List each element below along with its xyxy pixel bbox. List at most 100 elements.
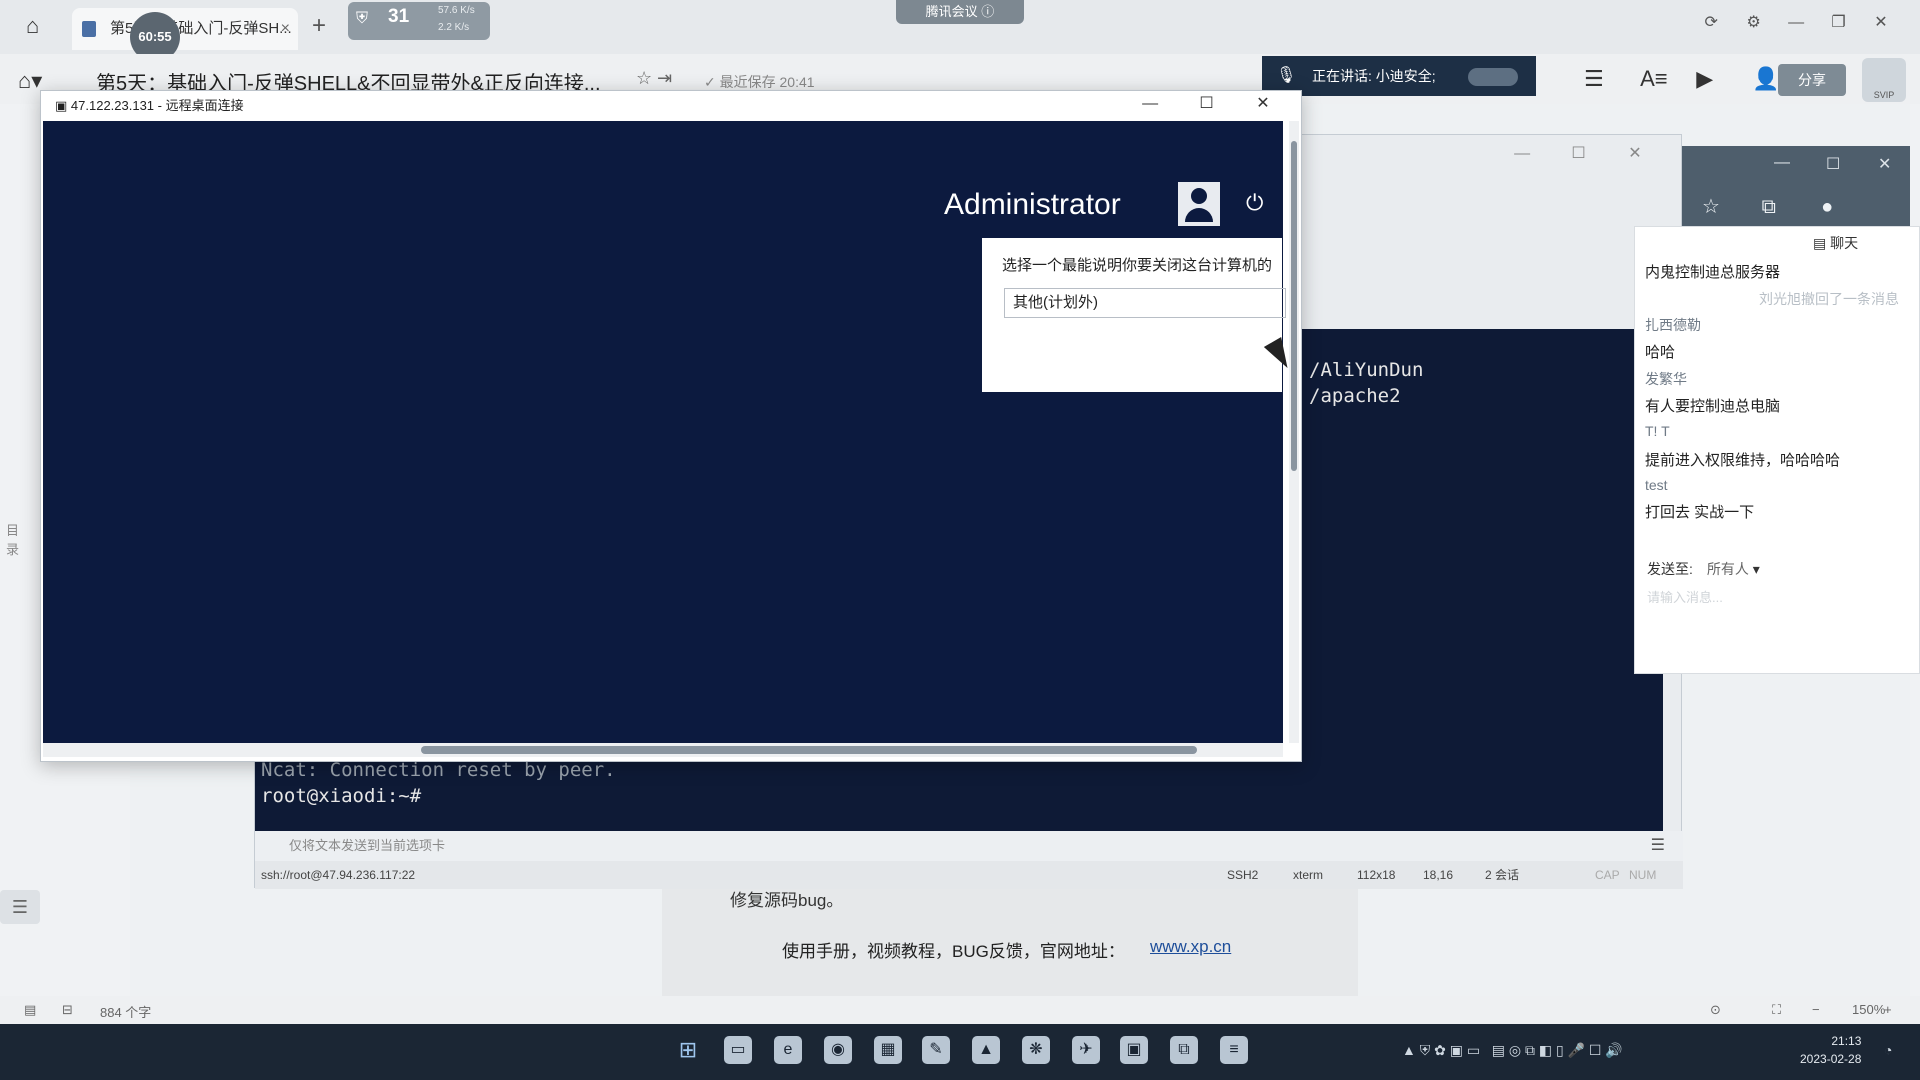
network-monitor-widget: ⛨ 31 57.6 K/s 2.2 K/s bbox=[348, 2, 490, 40]
terminal-close-button[interactable]: ✕ bbox=[1609, 143, 1661, 163]
user-avatar[interactable]: SVIP bbox=[1862, 58, 1906, 102]
text-format-icon[interactable]: A≡ bbox=[1640, 66, 1690, 92]
chat-message: 打回去 实战一下 bbox=[1645, 504, 1755, 521]
profile-icon[interactable]: ● bbox=[1821, 196, 1875, 219]
status-protocol: SSH2 bbox=[1227, 868, 1259, 882]
document-icon bbox=[82, 21, 96, 37]
chat-message: 提前进入权限维持，哈哈哈哈 bbox=[1645, 452, 1841, 469]
terminal-send-input[interactable]: 仅将文本发送到当前选项卡 ☰ bbox=[255, 831, 1683, 861]
rdp-title: ▣ 47.122.23.131 - 远程桌面连接 bbox=[55, 98, 244, 113]
terminal-minimize-button[interactable]: — bbox=[1496, 145, 1548, 163]
word-count[interactable]: 884 个字 bbox=[100, 1002, 151, 1021]
zoom-out-button[interactable]: − bbox=[1812, 1002, 1820, 1017]
terminal-maximize-button[interactable]: ☐ bbox=[1553, 143, 1605, 163]
rdp-window-controls: — ☐ ✕ bbox=[1124, 93, 1289, 113]
windows-start-icon[interactable]: ⊞ bbox=[674, 1036, 702, 1064]
app-logo-icon[interactable]: ⌂ bbox=[26, 14, 52, 38]
collections-icon[interactable]: ⧉ bbox=[1762, 196, 1816, 219]
panel-close-button[interactable]: ✕ bbox=[1878, 154, 1891, 174]
terminal-window-controls: — ☐ ✕ bbox=[1496, 143, 1661, 163]
outline-view-icon[interactable]: ▤ bbox=[24, 1002, 36, 1018]
app-icon[interactable]: ✎ bbox=[922, 1036, 950, 1064]
toolbar-icons: ☰ A≡ ▶ 👤 bbox=[1584, 66, 1802, 92]
meeting-indicator[interactable]: 腾讯会议 ⓘ bbox=[896, 0, 1024, 24]
status-term: xterm bbox=[1293, 868, 1323, 882]
layout-icon[interactable]: ⊟ bbox=[62, 1002, 73, 1018]
upload-speed: 57.6 K/s bbox=[438, 5, 475, 16]
settings-icon[interactable]: ⚙ bbox=[1735, 12, 1773, 32]
rdp-minimize-button[interactable]: — bbox=[1124, 95, 1176, 113]
save-status-text: 最近保存 20:41 bbox=[719, 74, 815, 90]
star-icon[interactable]: ☆ bbox=[636, 68, 652, 88]
notification-icon[interactable]: ◔ bbox=[1884, 1042, 1892, 1058]
outline-toggle[interactable]: 目录 bbox=[6, 520, 28, 558]
administrator-name: Administrator bbox=[944, 188, 1121, 221]
shutdown-reason-dialog: 选择一个最能说明你要关闭这台计算机的 其他(计划外) bbox=[982, 238, 1286, 392]
chat-message: 有人要控制迪总电脑 bbox=[1645, 398, 1781, 415]
rdp-horizontal-scrollbar[interactable] bbox=[43, 743, 1283, 757]
panel-minimize-button[interactable]: — bbox=[1774, 154, 1790, 172]
remote-desktop-icon[interactable]: ⧉ bbox=[1170, 1036, 1198, 1064]
terminal-icon[interactable]: ▣ bbox=[1120, 1036, 1148, 1064]
photos-icon[interactable]: ▲ bbox=[972, 1036, 1000, 1064]
power-icon[interactable]: ⏻ bbox=[1246, 190, 1263, 216]
system-clock[interactable]: 21:13 2023-02-28 bbox=[1800, 1032, 1861, 1068]
rdp-vertical-scrollbar[interactable] bbox=[1289, 121, 1299, 743]
send-to-label: 发送至: bbox=[1647, 561, 1693, 577]
chrome-icon[interactable]: ◉ bbox=[824, 1036, 852, 1064]
home-icon[interactable]: ⌂▾ bbox=[18, 68, 42, 94]
fullscreen-icon[interactable]: ⛶ bbox=[1772, 1002, 1781, 1018]
terminal-menu-icon[interactable]: ☰ bbox=[1651, 831, 1665, 861]
app-icon[interactable]: ✈ bbox=[1072, 1036, 1100, 1064]
zoom-in-button[interactable]: + bbox=[1884, 1002, 1892, 1017]
close-tab-icon[interactable]: × bbox=[281, 8, 290, 50]
side-browser-panel: — ☐ ✕ ☆ ⧉ ● ⋯ bbox=[1682, 146, 1910, 243]
refresh-icon[interactable]: ⟳ bbox=[1692, 12, 1730, 32]
restore-button[interactable]: ❐ bbox=[1820, 12, 1858, 32]
chat-message: 内鬼控制迪总服务器 bbox=[1645, 264, 1781, 281]
chat-sender: 发繁华 bbox=[1645, 371, 1687, 387]
scroll-thumb[interactable] bbox=[1291, 141, 1297, 471]
tray-icons[interactable]: ▲ ⛨ ✿ ▣ ▭ ▤ ◎ ⧉ ◧ ▯ 🎤 ☐ 🔊 bbox=[1402, 1042, 1623, 1059]
status-num: NUM bbox=[1629, 868, 1657, 882]
rdp-close-button[interactable]: ✕ bbox=[1237, 93, 1289, 113]
close-button[interactable]: ✕ bbox=[1862, 12, 1900, 32]
rdp-title-text: 47.122.23.131 - 远程桌面连接 bbox=[70, 98, 244, 113]
scroll-thumb[interactable] bbox=[421, 746, 1197, 754]
move-icon[interactable]: ⇥ bbox=[657, 68, 672, 88]
doc-line-links: 使用手册，视频教程，BUG反馈，官网地址： bbox=[782, 942, 1125, 961]
chat-input[interactable]: 请输入消息... bbox=[1647, 587, 1723, 606]
official-site-link[interactable]: www.xp.cn bbox=[1150, 937, 1231, 957]
share-button[interactable]: 分享 bbox=[1778, 64, 1846, 96]
app-status-bar: ▤ ⊟ 884 个字 ⊙ ⛶ − 150% + bbox=[0, 996, 1920, 1024]
new-tab-button[interactable]: + bbox=[312, 12, 326, 40]
present-icon[interactable]: ▶ bbox=[1696, 66, 1746, 92]
tab-document[interactable]: 第5天：基础入门-反弹SH... × bbox=[72, 8, 298, 50]
send-to-dropdown[interactable]: 所有人 bbox=[1707, 561, 1749, 577]
file-explorer-icon[interactable]: ▭ bbox=[724, 1036, 752, 1064]
outline-list-icon[interactable]: ☰ bbox=[0, 890, 40, 924]
title-actions: ☆ ⇥ bbox=[636, 68, 672, 89]
zoom-level: 150% bbox=[1852, 1002, 1886, 1017]
edge-browser-icon[interactable]: e bbox=[774, 1036, 802, 1064]
shield-icon: ⛨ bbox=[356, 10, 369, 27]
svip-badge: SVIP bbox=[1873, 90, 1895, 100]
speaking-indicator: 🎙 正在讲话: 小迪安全; bbox=[1262, 56, 1536, 96]
minimize-button[interactable]: — bbox=[1777, 14, 1815, 32]
status-sessions: 2 会话 bbox=[1485, 868, 1520, 882]
play-icon[interactable]: ⊙ bbox=[1710, 1002, 1721, 1018]
status-session: ssh://root@47.94.236.117:22 bbox=[261, 868, 416, 882]
panel-maximize-button[interactable]: ☐ bbox=[1826, 154, 1840, 174]
app-icon[interactable]: ❋ bbox=[1022, 1036, 1050, 1064]
favorite-icon[interactable]: ☆ bbox=[1702, 194, 1756, 219]
chat-sender: test bbox=[1645, 477, 1668, 493]
user-account-icon[interactable] bbox=[1178, 182, 1220, 226]
app-icon[interactable]: ▦ bbox=[874, 1036, 902, 1064]
menu-icon[interactable]: ☰ bbox=[1584, 66, 1634, 92]
chat-send-to[interactable]: 发送至: 所有人 ▾ bbox=[1647, 559, 1760, 579]
rdp-maximize-button[interactable]: ☐ bbox=[1181, 93, 1233, 113]
chat-system-message: 刘光旭撤回了一条消息 bbox=[1759, 291, 1899, 307]
shutdown-reason-select[interactable]: 其他(计划外) bbox=[1004, 288, 1286, 318]
notepad-icon[interactable]: ≡ bbox=[1220, 1036, 1248, 1064]
clock-date: 2023-02-28 bbox=[1800, 1052, 1862, 1066]
